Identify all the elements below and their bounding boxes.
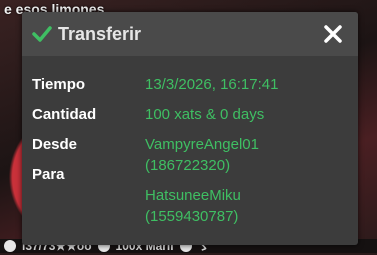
from-name-value: VampyreAngel01 [145,136,259,153]
amount-label: Cantidad [32,106,97,123]
from-id-value: (186722320) [145,157,231,174]
dialog-title: Transferir [58,24,142,44]
transfer-dialog: Transferir Tiempo 13/3/2026, 16:17:41 Ca… [22,12,358,245]
to-id-value: (1559430787) [145,208,239,225]
check-icon [32,26,52,42]
time-value: 13/3/2026, 16:17:41 [145,76,279,93]
user-avatar-dot [4,240,16,252]
time-label: Tiempo [32,76,86,93]
to-label: Para [32,166,65,183]
dialog-header: Transferir [22,12,358,56]
to-name-value: HatsuneeMiku [145,187,241,204]
from-label: Desde [32,136,78,153]
close-icon[interactable] [324,25,342,43]
amount-value: 100 xats & 0 days [145,106,265,123]
